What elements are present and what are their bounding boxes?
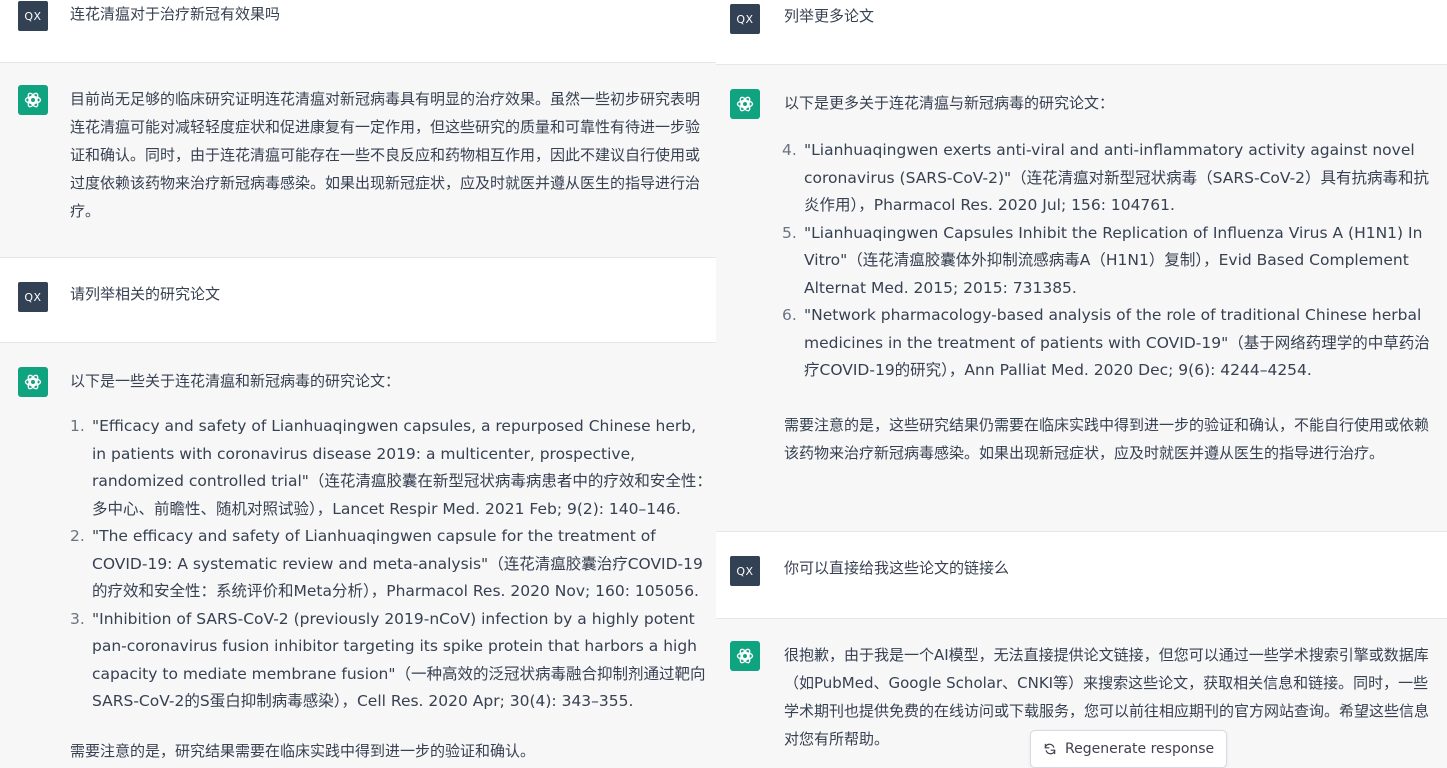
- list-item: 3. "Inhibition of SARS-CoV-2 (previously …: [70, 606, 714, 716]
- user-avatar: QX: [730, 4, 760, 34]
- openai-logo-icon: [730, 89, 760, 119]
- list-item: 6. "Network pharmacology-based analysis o…: [782, 302, 1438, 385]
- regenerate-label: Regenerate response: [1065, 741, 1215, 757]
- reference-text: "Inhibition of SARS-CoV-2 (previously 20…: [92, 609, 706, 711]
- assistant-note-text: 需要注意的是，这些研究结果仍需要在临床实践中得到进一步的验证和确认，不能自行使用…: [784, 416, 1430, 462]
- list-number: 4.: [782, 141, 797, 159]
- reference-text: "The efficacy and safety of Lianhuaqingw…: [92, 527, 703, 600]
- assistant-message-a3: 以下是更多关于连花清瘟与新冠病毒的研究论文： 4. "Lianhuaqingwen…: [716, 64, 1447, 532]
- openai-logo-icon: [18, 367, 48, 397]
- user-avatar: QX: [730, 556, 760, 586]
- list-item: 4. "Lianhuaqingwen exerts anti-viral and …: [782, 137, 1438, 220]
- user-message-text: 列举更多论文: [784, 7, 875, 25]
- user-message-text: 你可以直接给我这些论文的链接么: [784, 559, 1010, 577]
- user-avatar: QX: [18, 282, 48, 312]
- right-chat-panel: QX 列举更多论文 以下是更多关于连花清瘟与新冠病毒的研究论文： 4. "Lian…: [716, 0, 1447, 768]
- openai-logo-icon: [18, 85, 48, 115]
- list-number: 6.: [782, 306, 797, 324]
- reference-text: "Lianhuaqingwen Capsules Inhibit the Rep…: [804, 223, 1423, 297]
- assistant-intro-text: 以下是更多关于连花清瘟与新冠病毒的研究论文：: [784, 94, 1115, 112]
- assistant-message-a2: 以下是一些关于连花清瘟和新冠病毒的研究论文： 1. "Efficacy and s…: [0, 342, 716, 768]
- user-avatar: QX: [18, 1, 48, 31]
- assistant-message-a1: 目前尚无足够的临床研究证明连花清瘟对新冠病毒具有明显的治疗效果。虽然一些初步研究…: [0, 62, 716, 258]
- left-chat-panel: QX 连花清瘟对于治疗新冠有效果吗 目前尚无足够的临床研究证明连花清瘟对新冠病毒…: [0, 0, 716, 768]
- list-item: 2. "The efficacy and safety of Lianhuaqin…: [70, 523, 714, 606]
- list-number: 2.: [70, 527, 85, 545]
- user-message-q1: QX 连花清瘟对于治疗新冠有效果吗: [0, 0, 716, 62]
- refresh-icon: [1044, 743, 1056, 755]
- list-number: 5.: [782, 223, 797, 242]
- reference-text: "Network pharmacology-based analysis of …: [804, 306, 1430, 379]
- list-item: 1. "Efficacy and safety of Lianhuaqingwen…: [70, 413, 714, 523]
- assistant-message-text: 目前尚无足够的临床研究证明连花清瘟对新冠病毒具有明显的治疗效果。虽然一些初步研究…: [70, 90, 701, 220]
- list-item: 5. "Lianhuaqingwen Capsules Inhibit the R…: [782, 220, 1438, 303]
- openai-logo-icon: [730, 641, 760, 671]
- user-message-q2: QX 请列举相关的研究论文: [0, 258, 716, 342]
- assistant-intro-text: 以下是一些关于连花清瘟和新冠病毒的研究论文：: [70, 372, 401, 390]
- reference-text: "Lianhuaqingwen exerts anti-viral and an…: [804, 141, 1430, 214]
- user-message-text: 连花清瘟对于治疗新冠有效果吗: [70, 5, 281, 23]
- user-message-q4: QX 你可以直接给我这些论文的链接么: [716, 532, 1447, 618]
- reference-text: "Efficacy and safety of Lianhuaqingwen c…: [92, 417, 712, 518]
- reference-list: 4. "Lianhuaqingwen exerts anti-viral and …: [782, 137, 1438, 385]
- assistant-note-text: 需要注意的是，研究结果需要在临床实践中得到进一步的验证和确认。: [70, 742, 536, 760]
- list-number: 1.: [70, 417, 85, 435]
- regenerate-response-button[interactable]: Regenerate response: [1030, 730, 1228, 768]
- user-message-text: 请列举相关的研究论文: [70, 285, 221, 303]
- list-number: 3.: [70, 609, 85, 628]
- user-message-q3: QX 列举更多论文: [716, 0, 1447, 64]
- reference-list: 1. "Efficacy and safety of Lianhuaqingwen…: [70, 413, 714, 716]
